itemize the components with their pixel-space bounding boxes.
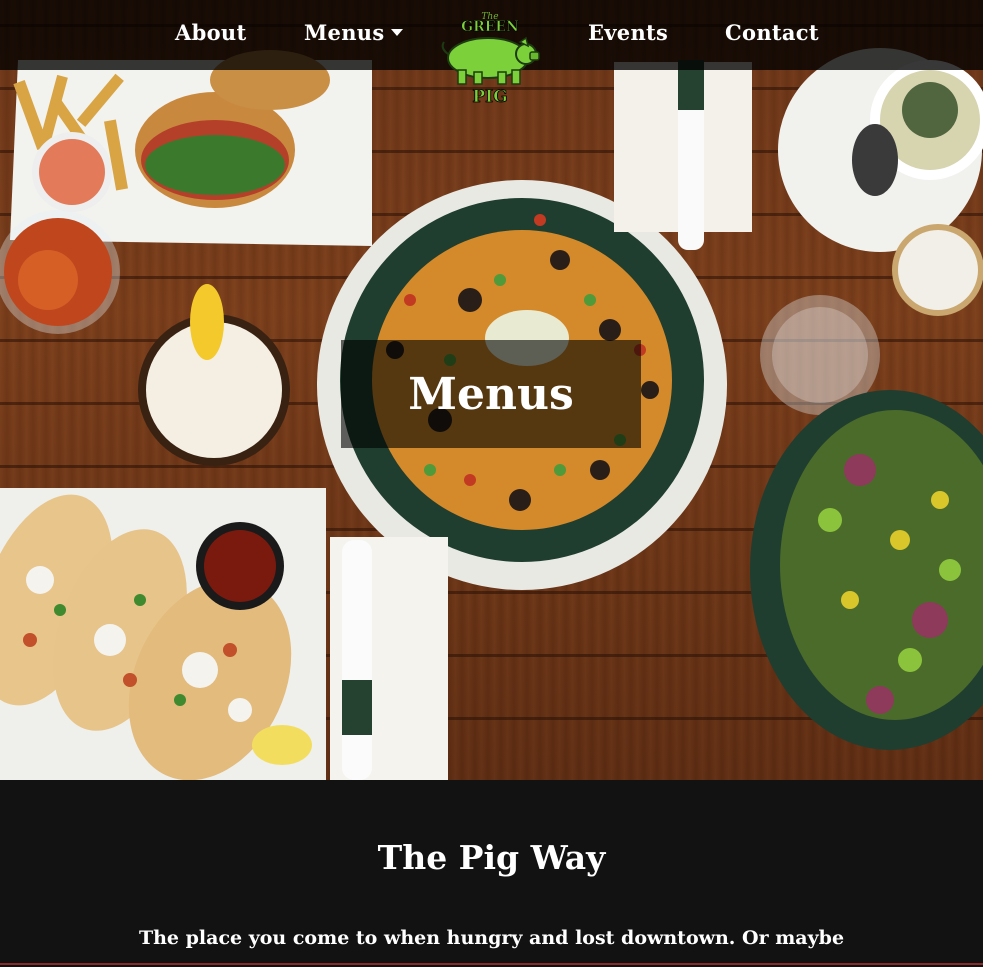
green-pig-logo[interactable]: The GREEN PIG — [438, 8, 542, 104]
section-heading: The Pig Way — [377, 838, 606, 877]
rose-drink — [0, 210, 120, 334]
svg-text:GREEN: GREEN — [461, 19, 519, 35]
taco-plate — [0, 488, 326, 780]
nav-menus[interactable]: Menus — [304, 20, 404, 45]
hero-title-box: Menus — [341, 340, 641, 448]
soup-plate — [778, 48, 983, 252]
nav-menus-label: Menus — [304, 20, 385, 45]
salad-plate — [750, 390, 983, 750]
section-intro-text: The place you come to when hungry and lo… — [138, 927, 845, 949]
svg-text:PIG: PIG — [472, 87, 507, 104]
pig-icon — [441, 36, 540, 85]
nav-contact[interactable]: Contact — [725, 20, 819, 45]
divider — [0, 963, 983, 965]
hero-banner: About Menus Events Contact The GREEN PIG… — [0, 0, 983, 780]
beer-glass — [138, 284, 290, 466]
nav-about[interactable]: About — [175, 20, 246, 45]
right-beer — [892, 224, 983, 316]
nav-events[interactable]: Events — [588, 20, 668, 45]
chevron-down-icon — [391, 29, 404, 36]
page-title: Menus — [408, 368, 574, 420]
